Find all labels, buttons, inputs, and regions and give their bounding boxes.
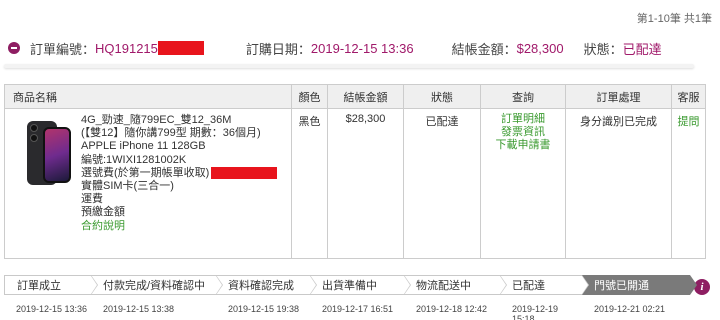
order-date-value: 2019-12-15 13:36 — [310, 40, 414, 56]
order-total-group: 結帳金額： $28,300 — [452, 39, 564, 58]
header-service: 客服 — [671, 84, 706, 109]
shipping-line: 運費 — [81, 193, 103, 206]
contract-link[interactable]: 合約說明 — [81, 220, 277, 233]
product-plan-line: 4G_勁速_隨799EC_雙12_36M — [81, 114, 232, 126]
order-progress-bar: 訂單成立 付款完成/資料確認中 資料確認完成 出貨準備中 物流配送中 已配達 門… — [4, 275, 697, 295]
sim-card-line: 實體SIM卡(三合一) — [81, 180, 174, 193]
progress-step-order-created: 訂單成立 — [4, 275, 98, 295]
download-application-link[interactable]: 下載申請書 — [496, 139, 551, 152]
progress-step-data-confirmed: 資料確認完成 — [216, 275, 317, 295]
step-date: 2019-12-15 13:38 — [103, 304, 175, 314]
progress-step-shipping: 物流配送中 — [404, 275, 507, 295]
process-cell: 身分識別已完成 — [565, 108, 672, 259]
progress-step-payment: 付款完成/資料確認中 — [91, 275, 223, 295]
invoice-info-link[interactable]: 發票資訊 — [501, 126, 545, 139]
order-number-value: HQ191215 — [95, 40, 158, 56]
progress-step-preparing: 出貨準備中 — [310, 275, 411, 295]
step-date: 2019-12-18 12:42 — [416, 304, 488, 314]
prepaid-line: 預繳金額 — [81, 206, 125, 219]
step-date: 2019-12-19 15:18 — [512, 304, 559, 320]
pagination-summary: 第1-10筆 共1筆 — [636, 13, 712, 25]
order-number-group: 訂單編號： HQ191215 — [30, 39, 204, 58]
step-date: 2019-12-15 19:38 — [228, 304, 300, 314]
status-cell: 已配達 — [403, 108, 481, 259]
order-date-label: 訂購日期： — [245, 41, 311, 57]
step-date: 2019-12-17 16:51 — [322, 304, 394, 314]
order-detail-link[interactable]: 訂單明細 — [501, 113, 545, 126]
header-status: 狀態 — [403, 84, 481, 109]
header-amount: 結帳金額 — [327, 84, 404, 109]
order-status-group: 狀態： 已配達 — [584, 39, 662, 58]
product-model-line: APPLE iPhone 11 128GB — [81, 140, 206, 153]
header-query: 查詢 — [480, 84, 566, 109]
order-header: 訂單編號： HQ191215 訂購日期： 2019-12-15 13:36 結帳… — [8, 38, 712, 58]
minus-circle-icon[interactable] — [8, 42, 20, 54]
section-divider — [4, 64, 694, 68]
product-serial-line: 編號:1WIXI1281002K — [81, 153, 187, 166]
amount-cell: $28,300 — [327, 108, 404, 259]
order-status-value: 已配達 — [622, 41, 662, 57]
progress-step-activated: 門號已開通 — [582, 275, 697, 295]
order-date-group: 訂購日期： 2019-12-15 13:36 — [246, 39, 414, 58]
order-total-value: $28,300 — [516, 40, 564, 56]
order-number-label: 訂單編號： — [30, 41, 96, 57]
progress-step-delivered: 已配達 — [500, 275, 589, 295]
order-items-table: 商品名稱 顏色 結帳金額 狀態 查詢 訂單處理 客服 4G_勁速_隨799EC_… — [4, 84, 706, 259]
redaction-block — [157, 41, 204, 55]
service-cell: 提問 — [671, 108, 706, 259]
product-details: 4G_勁速_隨799EC_雙12_36M (【雙12】隨你講799型 期數：36… — [81, 113, 278, 233]
ask-question-link[interactable]: 提問 — [678, 116, 700, 128]
product-cell: 4G_勁速_隨799EC_雙12_36M (【雙12】隨你講799型 期數：36… — [4, 108, 292, 259]
number-fee-line: 選號費(於第一期帳單收取) — [81, 166, 278, 180]
step-date: 2019-12-21 02:21 — [594, 304, 666, 314]
header-process: 訂單處理 — [565, 84, 672, 109]
number-fee-text: 選號費(於第一期帳單收取) — [81, 166, 210, 179]
order-status-label: 狀態： — [583, 41, 623, 57]
progress-dates: 2019-12-15 13:36 2019-12-15 13:38 2019-1… — [4, 304, 690, 320]
redaction-block — [211, 166, 278, 179]
header-product-name: 商品名稱 — [4, 84, 292, 109]
order-total-label: 結帳金額： — [451, 41, 517, 57]
iphone-11-product-image — [19, 119, 71, 191]
header-color: 顏色 — [291, 84, 328, 109]
color-cell: 黑色 — [291, 108, 328, 259]
product-promo-line: (【雙12】隨你講799型 期數：36個月) — [81, 127, 261, 140]
step-date: 2019-12-15 13:36 — [16, 304, 88, 314]
table-header-row: 商品名稱 顏色 結帳金額 狀態 查詢 訂單處理 客服 — [4, 84, 706, 109]
query-cell: 訂單明細 發票資訊 下載申請書 — [480, 108, 566, 259]
table-row: 4G_勁速_隨799EC_雙12_36M (【雙12】隨你講799型 期數：36… — [4, 108, 706, 259]
